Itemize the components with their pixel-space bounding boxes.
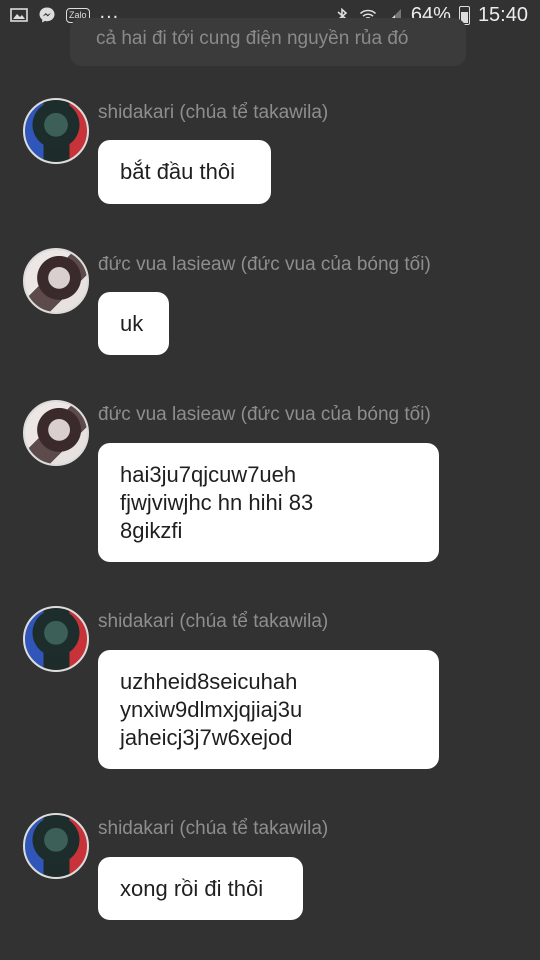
message-text-line: 8gikzfi: [120, 518, 183, 543]
messenger-icon: [39, 7, 55, 23]
previous-message-bubble[interactable]: cả hai đi tới cung điện nguyền rủa đó: [70, 18, 466, 66]
clock: 15:40: [477, 4, 528, 26]
lasieaw-avatar[interactable]: [23, 248, 89, 314]
message-bubble[interactable]: hai3ju7qjcuw7ueh fjwjviwjhc hn hihi 83 8…: [98, 443, 439, 562]
gallery-icon: [10, 8, 28, 22]
message-text-line: jaheicj3j7w6xejod: [120, 725, 293, 750]
sender-name: shidakari (chúa tể takawila): [98, 102, 329, 123]
message-text: bắt đầu thôi: [120, 159, 235, 184]
message-text-line: uzhheid8seicuhah: [120, 669, 298, 694]
message-text: xong rồi đi thôi: [120, 876, 264, 901]
message-bubble[interactable]: bắt đầu thôi: [98, 140, 271, 204]
message-bubble[interactable]: xong rồi đi thôi: [98, 857, 303, 920]
shidakari-avatar[interactable]: [23, 606, 89, 672]
message-bubble[interactable]: uzhheid8seicuhah ynxiw9dlmxjqjiaj3u jahe…: [98, 650, 439, 769]
sender-name: đức vua lasieaw (đức vua của bóng tối): [98, 404, 431, 425]
message-text: uk: [120, 311, 144, 336]
message-text-line: fjwjviwjhc hn hihi 83: [120, 490, 314, 515]
message-bubble[interactable]: uk: [98, 292, 169, 355]
chat-screen: Zalo ... 64% 15:40 cả hai đi tới cung đi…: [0, 0, 540, 960]
message-text-line: hai3ju7qjcuw7ueh: [120, 462, 297, 487]
shidakari-avatar[interactable]: [23, 98, 89, 164]
lasieaw-avatar[interactable]: [23, 400, 89, 466]
sender-name: shidakari (chúa tể takawila): [98, 611, 329, 632]
shidakari-avatar[interactable]: [23, 813, 89, 879]
sender-name: shidakari (chúa tể takawila): [98, 818, 329, 839]
message-text-line: ynxiw9dlmxjqjiaj3u: [120, 697, 303, 722]
sender-name: đức vua lasieaw (đức vua của bóng tối): [98, 254, 431, 275]
